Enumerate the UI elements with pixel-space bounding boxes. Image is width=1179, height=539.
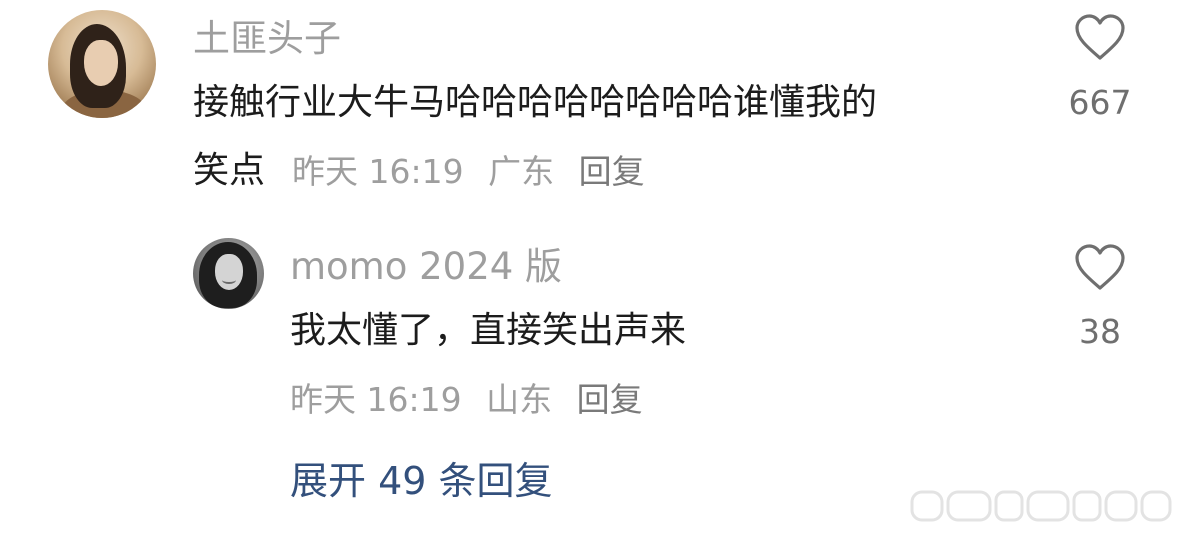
- heart-outline-icon: [1075, 244, 1125, 290]
- comment-location: 广东: [488, 152, 555, 191]
- avatar-face: [84, 40, 118, 86]
- heart-outline-icon: [1075, 14, 1125, 60]
- comment-text-line-1: 接触行业大牛马哈哈哈哈哈哈哈哈谁懂我的: [193, 82, 878, 123]
- comment-text-line-2: 笑点: [193, 150, 266, 191]
- reply-meta: 昨天 16:19 山东 回复: [290, 383, 657, 416]
- reply-location: 山东: [486, 380, 553, 419]
- reply-time: 昨天 16:19: [290, 380, 462, 419]
- commenter-avatar[interactable]: [48, 10, 156, 118]
- watermark-logo: [910, 490, 1172, 522]
- reply-reply-button[interactable]: 回复: [577, 380, 643, 419]
- reply-avatar[interactable]: [193, 238, 264, 309]
- avatar-face: [215, 254, 243, 290]
- commenter-username[interactable]: 土匪头子: [193, 20, 341, 57]
- comment-like-button[interactable]: [1068, 14, 1132, 62]
- reply-like-count: 38: [1079, 312, 1121, 351]
- comment-meta: 昨天 16:19 广东 回复: [292, 155, 659, 188]
- reply-username[interactable]: momo 2024 版: [290, 248, 562, 285]
- reply-like-button[interactable]: [1068, 244, 1132, 292]
- comment-like-count: 667: [1068, 83, 1132, 122]
- comment-reply-button[interactable]: 回复: [579, 152, 645, 191]
- avatar-smile: [222, 276, 236, 284]
- comment-time: 昨天 16:19: [292, 152, 464, 191]
- expand-replies-button[interactable]: 展开 49 条回复: [290, 462, 553, 500]
- reply-text: 我太懂了，直接笑出声来: [290, 310, 687, 351]
